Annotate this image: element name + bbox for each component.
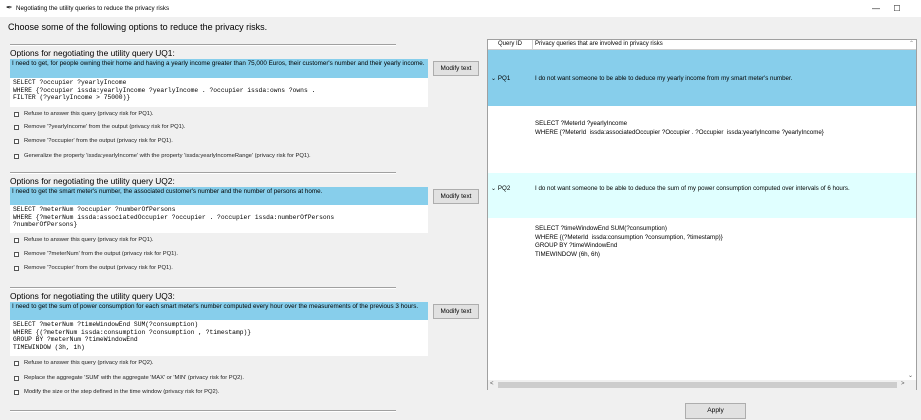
option-label: Refuse to answer this query (privacy ris…	[24, 237, 154, 243]
query-text-uq2[interactable]: SELECT ?meterNum ?occupier ?numberOfPers…	[10, 205, 428, 233]
option-checkbox[interactable]: Refuse to answer this query (privacy ris…	[14, 237, 154, 243]
option-checkbox[interactable]: Remove '?occupier' from the output (priv…	[14, 265, 173, 271]
column-divider[interactable]	[532, 40, 533, 50]
scroll-up-icon[interactable]: ⌃	[909, 40, 914, 49]
option-checkbox[interactable]: Remove '?occupier' from the output (priv…	[14, 138, 173, 144]
scrollbar-thumb[interactable]	[498, 382, 897, 388]
option-checkbox[interactable]: Refuse to answer this query (privacy ris…	[14, 111, 154, 117]
privacy-query-sparql: SELECT ?MeterId ?yearlyIncome WHERE {?Me…	[535, 120, 824, 136]
scroll-left-icon[interactable]: <	[490, 381, 494, 387]
checkbox-icon[interactable]	[14, 265, 19, 271]
privacy-query-text: I do not want someone to be able to dedu…	[535, 75, 793, 82]
group-title-uq2: Options for negotiating the utility quer…	[10, 176, 175, 186]
query-text-uq3[interactable]: SELECT ?meterNum ?timeWindowEnd SUM(?con…	[10, 320, 428, 356]
modify-text-button-uq3[interactable]: Modify text	[433, 304, 479, 319]
separator	[10, 44, 396, 46]
separator	[10, 410, 396, 412]
group-title-uq3: Options for negotiating the utility quer…	[10, 291, 175, 301]
treeview-header: Query ID Privacy queries that are involv…	[488, 40, 916, 50]
need-text-uq3: I need to get the sum of power consumpti…	[10, 302, 428, 320]
option-checkbox[interactable]: Remove '?yearlyIncome' from the output (…	[14, 124, 185, 130]
horizontal-scrollbar[interactable]: < >	[488, 380, 916, 390]
need-text-uq1: I need to get, for people owning their h…	[10, 59, 428, 78]
title-bar: ✒ Negotiating the utility queries to red…	[0, 0, 921, 17]
separator	[10, 287, 396, 289]
privacy-query-sparql: SELECT ?timeWindowEnd SUM(?consumption) …	[535, 225, 723, 258]
checkbox-icon[interactable]	[14, 389, 19, 395]
option-label: Modify the size or the step defined in t…	[24, 389, 220, 395]
minimize-button[interactable]: —	[868, 2, 884, 15]
group-title-uq1: Options for negotiating the utility quer…	[10, 48, 175, 58]
option-label: Refuse to answer this query (privacy ris…	[24, 111, 154, 117]
feather-icon: ✒	[6, 3, 13, 12]
apply-button[interactable]: Apply	[685, 403, 746, 419]
option-checkbox[interactable]: Remove '?meterNum' from the output (priv…	[14, 251, 178, 257]
tree-row-query-pq1[interactable]: SELECT ?MeterId ?yearlyIncome WHERE {?Me…	[488, 106, 916, 173]
scroll-right-icon[interactable]: >	[901, 381, 905, 387]
option-label: Replace the aggregate 'SUM' with the agg…	[24, 375, 244, 381]
privacy-query-text: I do not want someone to be able to dedu…	[535, 185, 850, 192]
window-title: Negotiating the utility queries to reduc…	[16, 5, 170, 12]
option-checkbox[interactable]: Refuse to answer this query (privacy ris…	[14, 360, 154, 366]
tree-row-pq1[interactable]: ⌄ PQ1 I do not want someone to be able t…	[488, 50, 916, 106]
maximize-button[interactable]: ☐	[889, 2, 905, 15]
modify-text-button-uq2[interactable]: Modify text	[433, 189, 479, 204]
tree-row-id: ⌄ PQ2	[491, 185, 510, 192]
tree-row-pq2[interactable]: ⌄ PQ2 I do not want someone to be able t…	[488, 173, 916, 218]
query-text-uq1[interactable]: SELECT ?occupier ?yearlyIncome WHERE {?o…	[10, 78, 428, 107]
option-label: Generalize the property 'issda:yearlyInc…	[24, 153, 311, 159]
option-checkbox[interactable]: Modify the size or the step defined in t…	[14, 389, 219, 395]
checkbox-icon[interactable]	[14, 111, 19, 117]
query-id: PQ2	[497, 185, 511, 192]
scroll-down-icon[interactable]: ⌄	[908, 372, 913, 379]
privacy-queries-treeview[interactable]: Query ID Privacy queries that are involv…	[487, 39, 917, 390]
checkbox-icon[interactable]	[14, 251, 19, 257]
tree-row-id: ⌄ PQ1	[491, 75, 510, 82]
separator	[10, 172, 396, 174]
column-header-query-id[interactable]: Query ID	[498, 40, 522, 49]
tree-row-query-pq2[interactable]: SELECT ?timeWindowEnd SUM(?consumption) …	[488, 218, 916, 278]
checkbox-icon[interactable]	[14, 360, 19, 366]
option-label: Remove '?occupier' from the output (priv…	[24, 138, 173, 144]
column-header-privacy-queries[interactable]: Privacy queries that are involved in pri…	[535, 40, 663, 49]
query-id: PQ1	[497, 75, 511, 82]
modify-text-button-uq1[interactable]: Modify text	[433, 61, 479, 76]
option-label: Refuse to answer this query (privacy ris…	[24, 360, 154, 366]
checkbox-icon[interactable]	[14, 153, 19, 159]
checkbox-icon[interactable]	[14, 237, 19, 243]
expand-arrow-icon[interactable]: ⌄	[491, 185, 496, 192]
expand-arrow-icon[interactable]: ⌄	[491, 75, 496, 82]
option-checkbox[interactable]: Generalize the property 'issda:yearlyInc…	[14, 153, 311, 159]
option-checkbox[interactable]: Replace the aggregate 'SUM' with the agg…	[14, 375, 244, 381]
need-text-uq2: I need to get the smart meter's number, …	[10, 187, 428, 205]
option-label: Remove '?meterNum' from the output (priv…	[24, 251, 178, 257]
checkbox-icon[interactable]	[14, 138, 19, 144]
checkbox-icon[interactable]	[14, 124, 19, 130]
option-label: Remove '?occupier' from the output (priv…	[24, 265, 173, 271]
page-heading: Choose some of the following options to …	[8, 22, 268, 32]
option-label: Remove '?yearlyIncome' from the output (…	[24, 124, 186, 130]
checkbox-icon[interactable]	[14, 375, 19, 381]
